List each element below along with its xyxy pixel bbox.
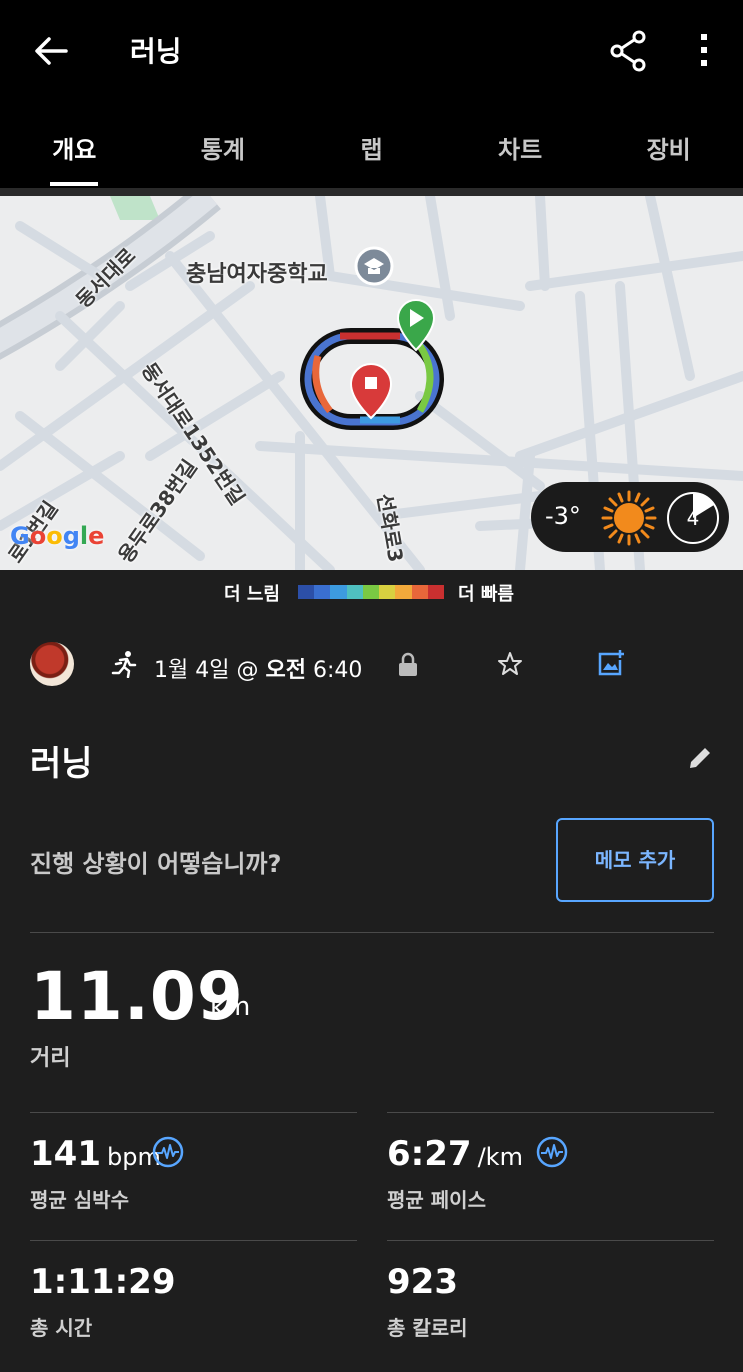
legend-color-segment — [411, 585, 428, 599]
running-icon — [110, 650, 138, 679]
tab-stats[interactable]: 통계 — [149, 100, 298, 190]
pace-unit: /km — [477, 1143, 523, 1171]
time-text: 6:40 — [305, 658, 363, 683]
activity-datetime: 1월 4일 @ 오전 6:40 — [154, 652, 362, 684]
star-icon[interactable] — [496, 650, 524, 678]
legend-color-segment — [427, 585, 444, 599]
pace-zone-icon[interactable] — [536, 1136, 568, 1168]
distance-unit: km — [210, 992, 251, 1022]
legend-fast-label: 더 빠름 — [458, 584, 514, 605]
pace-number: 6:27 — [387, 1134, 472, 1174]
divider — [30, 1240, 357, 1241]
tab-laps[interactable]: 랩 — [297, 100, 446, 190]
avg-pace-label: 평균 페이스 — [387, 1188, 486, 1212]
date-text: 1월 4일 @ — [154, 658, 266, 683]
legend-color-segment — [362, 585, 380, 599]
divider — [30, 1112, 357, 1113]
back-arrow-icon[interactable] — [22, 22, 80, 80]
app-bar: 러닝 — [0, 0, 743, 100]
weather-badge: -3° 4 — [531, 482, 729, 552]
total-time-value: 1:11:29 — [30, 1262, 176, 1302]
share-icon[interactable] — [600, 22, 656, 78]
legend-color-segment — [330, 585, 347, 599]
legend-color-bar — [298, 585, 444, 599]
route-map[interactable]: 충남여자중학교 동서대로 동서대로1352번길 용두로38번길 선화로3 로1번… — [0, 196, 743, 570]
heart-rate-zone-icon[interactable] — [152, 1136, 184, 1168]
total-calories-label: 총 칼로리 — [387, 1316, 468, 1340]
legend-color-segment — [314, 585, 331, 599]
legend-color-segment — [298, 585, 315, 599]
legend-color-segment — [395, 585, 412, 599]
moon-phase-number: 4 — [686, 506, 700, 530]
activity-info-row: 1월 4일 @ 오전 6:40 — [0, 630, 743, 700]
pace-legend: 더 느림 더 빠름 — [0, 570, 743, 614]
distance-label: 거리 — [30, 1046, 71, 1071]
avatar[interactable] — [30, 642, 74, 686]
tab-overview[interactable]: 개요 — [0, 100, 149, 190]
add-memo-button[interactable]: 메모 추가 — [556, 818, 714, 902]
google-logo: Google — [10, 522, 105, 550]
progress-prompt: 진행 상황이 어떻습니까? — [30, 850, 282, 878]
divider — [387, 1112, 714, 1113]
legend-color-segment — [379, 585, 396, 599]
more-vert-icon[interactable] — [684, 22, 724, 78]
legend-color-segment — [346, 585, 363, 599]
page-title: 러닝 — [130, 35, 182, 68]
weather-temperature: -3° — [545, 502, 581, 530]
total-time-label: 총 시간 — [30, 1316, 93, 1340]
avg-heart-rate-label: 평균 심박수 — [30, 1188, 129, 1212]
lock-icon[interactable] — [396, 652, 420, 678]
map-label-school: 충남여자중학교 — [186, 262, 328, 287]
tab-divider — [0, 188, 743, 196]
legend-slow-label: 더 느림 — [224, 584, 280, 605]
tab-gear[interactable]: 장비 — [594, 100, 743, 190]
divider — [30, 932, 714, 933]
moon-phase-icon: 4 — [665, 490, 721, 546]
activity-screen: 러닝 개요 통계 랩 차트 장비 충남여자중학교 동서대로 동서대로1352번길… — [0, 0, 743, 1372]
divider — [387, 1240, 714, 1241]
tab-bar: 개요 통계 랩 차트 장비 — [0, 100, 743, 190]
hr-number: 141 — [30, 1134, 101, 1174]
ampm-text: 오전 — [265, 658, 306, 683]
activity-title: 러닝 — [30, 744, 93, 784]
sun-icon — [599, 488, 659, 548]
total-calories-value: 923 — [387, 1262, 458, 1302]
avg-pace-value: 6:27/km — [387, 1134, 523, 1174]
avg-heart-rate-value: 141 bpm — [30, 1134, 161, 1174]
tab-charts[interactable]: 차트 — [446, 100, 595, 190]
add-photo-icon[interactable] — [596, 648, 626, 678]
edit-pencil-icon[interactable] — [686, 744, 714, 772]
